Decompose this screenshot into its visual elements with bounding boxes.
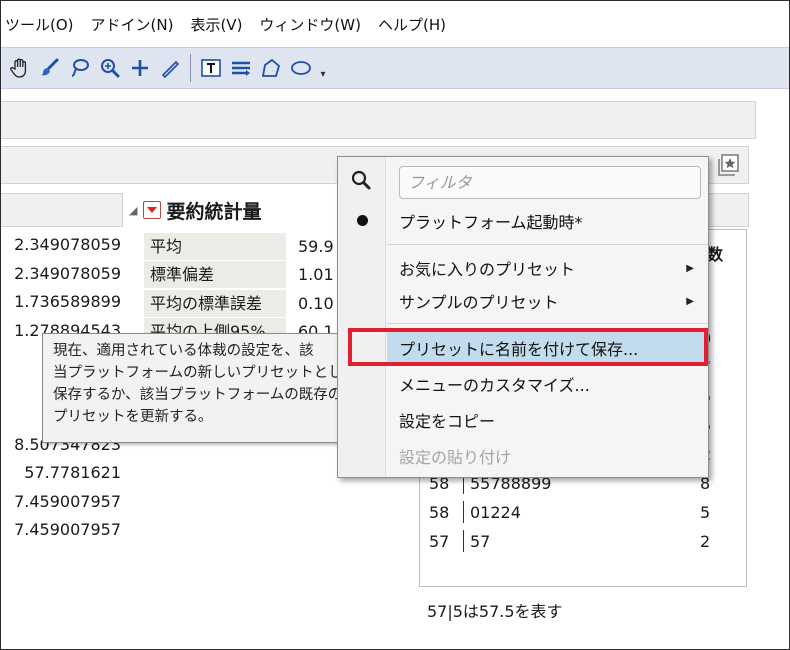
- selected-radio-icon: [357, 215, 368, 226]
- menu-item-sample-presets[interactable]: サンプルのプリセット ▶: [387, 285, 708, 317]
- ruler-icon: [161, 60, 180, 79]
- table-row: 平均 59.9: [144, 232, 358, 261]
- menu-item-save-preset[interactable]: プリセットに名前を付けて保存...: [387, 332, 708, 364]
- brush-tool-button[interactable]: [35, 53, 65, 83]
- toolbar-separator: [190, 54, 191, 82]
- data-value: 7.459007957: [14, 491, 121, 511]
- menu-item-label: メニューのカスタマイズ...: [399, 376, 590, 395]
- column-strip: [1, 101, 756, 139]
- stat-label: 平均: [144, 232, 286, 260]
- submenu-arrow-icon: ▶: [686, 295, 694, 307]
- magnifier-tool-button[interactable]: [95, 53, 125, 83]
- search-icon: [351, 170, 371, 190]
- menu-separator: [387, 323, 708, 324]
- stem-leaf-row: 57 57 2: [429, 527, 720, 555]
- lasso-icon: [71, 59, 89, 77]
- stem-leaf-row: 58 01224 5: [429, 498, 720, 526]
- favorite-button[interactable]: [715, 151, 743, 179]
- count-header: 数: [707, 245, 724, 264]
- text-annotate-tool-button[interactable]: [196, 53, 226, 83]
- hand-tool-button[interactable]: [5, 53, 35, 83]
- filter-input[interactable]: [399, 166, 701, 199]
- hand-icon: [10, 58, 27, 78]
- data-value: 2.349078059: [14, 235, 121, 254]
- menu-item-label: 設定の貼り付け: [399, 448, 512, 467]
- crosshair-icon: [132, 60, 148, 76]
- stem-value: 58: [429, 502, 450, 522]
- ruler-tool-button[interactable]: [155, 53, 185, 83]
- menu-tools[interactable]: ツール(O): [5, 14, 85, 35]
- menu-window[interactable]: ウィンドウ(W): [259, 14, 372, 35]
- chevron-down-icon: ▾: [320, 69, 326, 80]
- data-value: 7.459007957: [14, 520, 121, 539]
- context-menu: プラットフォーム起動時* お気に入りのプリセット ▶ サンプルのプリセット ▶ …: [337, 156, 709, 478]
- lasso-tool-button[interactable]: [65, 53, 95, 83]
- polygon-icon: [261, 58, 281, 77]
- red-triangle-menu-button[interactable]: [143, 201, 162, 219]
- summary-stats-table: 平均 59.9 標準偏差 1.01 平均の標準誤差 0.10 平均の上側95% …: [144, 232, 358, 346]
- menu-icon-gutter: [338, 157, 386, 477]
- summary-header-strip: [705, 193, 749, 227]
- line-tool-button[interactable]: [226, 53, 256, 83]
- magnifier-icon: [101, 59, 120, 78]
- menu-item-label: サンプルのプリセット: [399, 293, 559, 312]
- crosshair-tool-button[interactable]: [125, 53, 155, 83]
- data-value: 1.736589899: [14, 292, 121, 311]
- leaf-value: 01224: [470, 502, 521, 522]
- leaf-value: 57: [470, 531, 491, 551]
- polygon-tool-button[interactable]: [256, 53, 286, 83]
- stem-divider: [463, 530, 464, 552]
- menu-help[interactable]: ヘルプ(H): [378, 14, 457, 35]
- menu-item-paste-settings: 設定の貼り付け: [387, 440, 708, 472]
- data-column-header: [1, 193, 123, 227]
- ellipse-icon: [291, 61, 311, 75]
- menu-item-label: お気に入りのプリセット: [399, 260, 576, 279]
- menu-item-label: 設定をコピー: [399, 412, 496, 431]
- menu-item-label: プリセットに名前を付けて保存...: [399, 340, 639, 359]
- menu-item-copy-settings[interactable]: 設定をコピー: [387, 404, 708, 436]
- star-icon: [718, 154, 739, 176]
- menu-bar: ツール(O) アドイン(N) 表示(V) ウィンドウ(W) ヘルプ(H): [1, 1, 789, 47]
- table-row: 平均の標準誤差 0.10: [144, 289, 358, 318]
- submenu-arrow-icon: ▶: [686, 262, 694, 274]
- menu-item-platform-launch[interactable]: プラットフォーム起動時*: [387, 205, 708, 237]
- data-value: 2.349078059: [14, 263, 121, 283]
- menu-addins[interactable]: アドイン(N): [91, 14, 185, 35]
- toolbar: ▾: [1, 47, 789, 89]
- tooltip-line: 現在、適用されている体裁の設定を、該: [53, 343, 314, 359]
- stem-value: 57: [429, 531, 450, 551]
- toolbar-overflow-button[interactable]: ▾: [316, 53, 330, 83]
- menu-item-favorite-presets[interactable]: お気に入りのプリセット ▶: [387, 252, 708, 284]
- stem-divider: [463, 501, 464, 523]
- data-value: 57.7781621: [24, 463, 121, 482]
- tooltip-line: 当プラットフォームの新しいプリセットとして: [53, 365, 357, 381]
- brush-icon: [41, 58, 59, 76]
- stat-label: 標準偏差: [144, 261, 286, 289]
- red-triangle-icon: [147, 207, 158, 213]
- text-annotate-icon: [201, 59, 221, 77]
- tooltip-line: 保存するか、該当プラットフォームの既存の: [53, 387, 343, 403]
- stem-leaf-caption: 57|5は57.5を表す: [427, 602, 563, 621]
- menu-separator: [387, 244, 708, 245]
- tooltip-line: プリセットを更新する。: [53, 409, 213, 425]
- menu-item-label: プラットフォーム起動時*: [399, 213, 583, 232]
- stem-count: 5: [700, 502, 711, 522]
- stat-label: 平均の標準誤差: [144, 289, 286, 317]
- menu-view[interactable]: 表示(V): [190, 14, 253, 35]
- summary-title: 要約統計量: [166, 200, 262, 223]
- tooltip: 現在、適用されている体裁の設定を、該 当プラットフォームの新しいプリセットとして…: [42, 333, 357, 443]
- ellipse-tool-button[interactable]: [286, 53, 316, 83]
- menu-item-customize-menu[interactable]: メニューのカスタマイズ...: [387, 368, 708, 400]
- app-window: ツール(O) アドイン(N) 表示(V) ウィンドウ(W) ヘルプ(H) ▾ ◢…: [0, 0, 790, 650]
- collapse-triangle-icon[interactable]: ◢: [129, 204, 137, 217]
- stem-count: 2: [700, 531, 711, 551]
- table-row: 標準偏差 1.01: [144, 261, 358, 290]
- line-icon: [232, 61, 250, 76]
